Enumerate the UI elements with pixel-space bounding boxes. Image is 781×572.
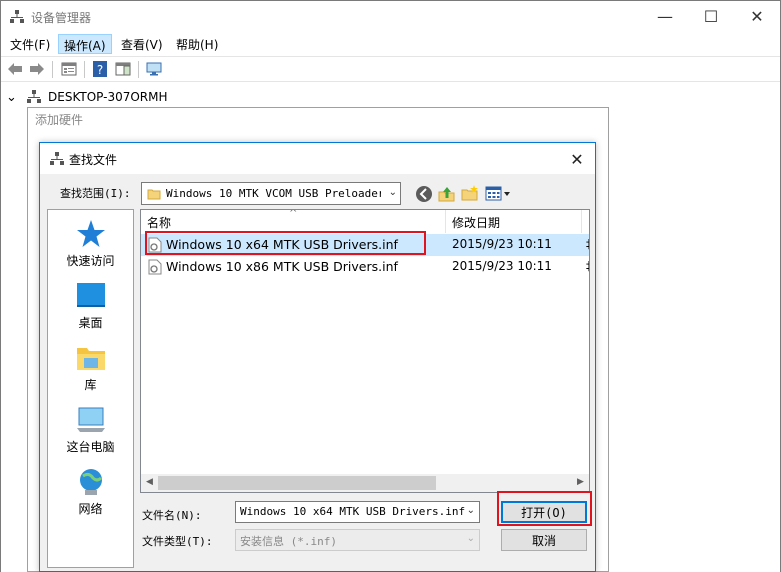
computer-icon xyxy=(27,90,41,103)
file-row[interactable]: Windows 10 x86 MTK USB Drivers.inf 2015/… xyxy=(141,256,589,278)
place-label: 桌面 xyxy=(78,316,103,330)
truncated-column: ‡ xyxy=(586,237,589,251)
scroll-right-icon[interactable]: ▶ xyxy=(577,477,584,487)
place-label: 库 xyxy=(84,378,97,392)
action-pane-icon[interactable] xyxy=(114,60,132,78)
this-pc-icon xyxy=(77,407,105,432)
library-icon xyxy=(77,348,105,370)
sort-ascending-icon: ^ xyxy=(289,209,298,219)
desktop-icon xyxy=(77,283,105,307)
quick-access-star-icon xyxy=(77,220,105,247)
scroll-left-icon[interactable]: ◀ xyxy=(146,477,153,487)
window-title: 设备管理器 xyxy=(31,11,92,25)
svg-text:?: ? xyxy=(97,63,103,77)
minimize-button[interactable]: — xyxy=(642,1,688,32)
file-name: Windows 10 x86 MTK USB Drivers.inf xyxy=(166,259,398,274)
chevron-down-icon: ⌄ xyxy=(466,533,475,544)
up-folder-icon[interactable] xyxy=(437,184,457,204)
list-header: ^ 名称 修改日期 xyxy=(141,210,589,233)
places-bar: 快速访问 桌面 库 这台电脑 网络 xyxy=(47,209,134,568)
file-type-label: 文件类型(T): xyxy=(142,535,213,548)
dialog-close-button[interactable]: ✕ xyxy=(565,148,589,170)
place-label: 快速访问 xyxy=(66,254,115,268)
tree-root-node[interactable]: ⌄ DESKTOP-307ORMH xyxy=(6,88,168,106)
back-arrow-icon[interactable] xyxy=(6,60,24,78)
dialog-title: 查找文件 xyxy=(69,153,118,167)
place-label: 这台电脑 xyxy=(66,440,115,454)
menu-view[interactable]: 查看(V) xyxy=(116,34,168,54)
place-library[interactable]: 库 xyxy=(48,342,133,398)
help-icon[interactable]: ? xyxy=(91,60,109,78)
device-manager-icon xyxy=(10,10,24,23)
column-header-name[interactable]: 名称 xyxy=(141,210,177,233)
file-date: 2015/9/23 10:11 xyxy=(452,259,552,273)
truncated-column: ‡ xyxy=(586,259,589,273)
look-in-dropdown[interactable]: Windows 10 MTK VCOM USB Preloader Dr ⌄ xyxy=(141,182,401,205)
cancel-button[interactable]: 取消 xyxy=(501,529,587,551)
chevron-down-icon[interactable]: ⌄ xyxy=(6,90,18,105)
properties-icon[interactable] xyxy=(60,60,78,78)
file-name-label: 文件名(N): xyxy=(142,509,202,522)
folder-icon xyxy=(147,189,161,200)
new-folder-icon[interactable] xyxy=(460,184,480,204)
monitor-icon[interactable] xyxy=(145,60,163,78)
scrollbar-thumb[interactable] xyxy=(158,476,436,490)
horizontal-scrollbar[interactable]: ◀ ▶ xyxy=(141,474,589,492)
computer-name: DESKTOP-307ORMH xyxy=(48,90,168,104)
view-menu-icon[interactable] xyxy=(484,184,512,204)
column-header-date[interactable]: 修改日期 xyxy=(446,210,506,233)
dialog-title-bar: 查找文件 ✕ xyxy=(40,143,595,174)
place-this-pc[interactable]: 这台电脑 xyxy=(48,404,133,460)
device-manager-icon xyxy=(50,152,64,165)
file-date: 2015/9/23 10:11 xyxy=(452,237,552,251)
place-desktop[interactable]: 桌面 xyxy=(48,280,133,336)
file-type-dropdown[interactable]: 安装信息 (*.inf) ⌄ xyxy=(235,529,480,551)
highlight-selected-file xyxy=(145,231,426,255)
place-label: 网络 xyxy=(78,502,103,516)
look-in-value: Windows 10 MTK VCOM USB Preloader Dr xyxy=(166,187,381,200)
menu-help[interactable]: 帮助(H) xyxy=(171,34,223,54)
inf-file-icon xyxy=(148,259,162,275)
maximize-button[interactable]: ☐ xyxy=(688,1,734,32)
add-hardware-title: 添加硬件 xyxy=(35,113,84,127)
file-name-value: Windows 10 x64 MTK USB Drivers.inf xyxy=(240,505,466,518)
back-icon[interactable] xyxy=(414,184,434,204)
close-button[interactable]: ✕ xyxy=(734,1,780,32)
network-icon xyxy=(80,469,103,495)
file-type-value: 安装信息 (*.inf) xyxy=(240,535,337,548)
highlight-open-button xyxy=(497,491,592,526)
title-bar: 设备管理器 — ☐ ✕ xyxy=(1,1,780,32)
place-quick-access[interactable]: 快速访问 xyxy=(48,218,133,274)
menu-file[interactable]: 文件(F) xyxy=(5,34,55,54)
file-name-input[interactable]: Windows 10 x64 MTK USB Drivers.inf ⌄ xyxy=(235,501,480,523)
forward-arrow-icon[interactable] xyxy=(28,60,46,78)
place-network[interactable]: 网络 xyxy=(48,466,133,522)
menu-action[interactable]: 操作(A) xyxy=(58,34,112,54)
chevron-down-icon[interactable]: ⌄ xyxy=(467,505,475,516)
chevron-down-icon: ⌄ xyxy=(388,187,397,198)
toolbar: ? xyxy=(1,56,780,82)
menu-bar: 文件(F) 操作(A) 查看(V) 帮助(H) xyxy=(1,32,780,55)
look-in-label: 查找范围(I): xyxy=(60,187,131,200)
